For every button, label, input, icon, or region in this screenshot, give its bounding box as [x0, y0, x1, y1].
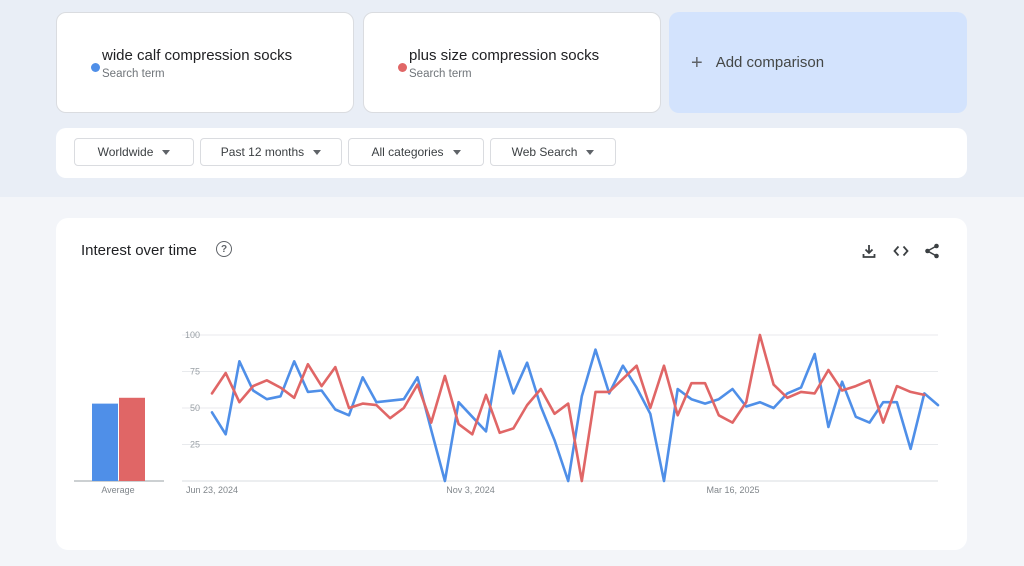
caret-down-icon	[313, 149, 322, 155]
interest-over-time-card: Interest over time ? 25 50 75 100 Jun 23, 20…	[56, 218, 967, 550]
search-type-dropdown[interactable]: Web Search	[490, 138, 616, 166]
region-dropdown-label: Worldwide	[97, 145, 154, 159]
x-tick-label: Jun 23, 2024	[186, 485, 238, 495]
search-term-label: wide calf compression socks	[102, 47, 293, 64]
search-term-type: Search term	[409, 68, 472, 80]
category-dropdown[interactable]: All categories	[348, 138, 484, 166]
y-tick-label: 25	[190, 440, 200, 450]
add-comparison-label: Add comparison	[715, 54, 825, 71]
term-card-2[interactable]: plus size compression socks Search term	[363, 12, 661, 113]
caret-down-icon	[452, 149, 461, 155]
search-term-type: Search term	[102, 68, 165, 80]
search-type-dropdown-label: Web Search	[511, 145, 578, 159]
average-label: Average	[101, 485, 134, 495]
term-card-1[interactable]: wide calf compression socks Search term	[56, 12, 354, 113]
y-tick-label: 100	[185, 330, 200, 340]
time-range-dropdown-label: Past 12 months	[220, 145, 305, 159]
add-comparison-button[interactable]: + Add comparison	[669, 12, 967, 113]
x-tick-label: Mar 16, 2025	[707, 485, 760, 495]
plus-icon: +	[691, 51, 703, 74]
caret-down-icon	[586, 149, 595, 155]
time-range-dropdown[interactable]: Past 12 months	[200, 138, 342, 166]
average-bar	[119, 397, 145, 481]
region-dropdown[interactable]: Worldwide	[74, 138, 194, 166]
series-color-dot	[91, 63, 100, 72]
category-dropdown-label: All categories	[371, 145, 444, 159]
filter-bar: Worldwide Past 12 months All categories …	[56, 128, 967, 178]
x-tick-label: Nov 3, 2024	[446, 485, 495, 495]
search-term-label: plus size compression socks	[409, 47, 600, 64]
series-color-dot	[398, 63, 407, 72]
y-tick-label: 50	[190, 403, 200, 413]
average-bar	[92, 403, 118, 481]
caret-down-icon	[162, 149, 171, 155]
y-tick-label: 75	[190, 367, 200, 377]
interest-chart: 25 50 75 100 Jun 23, 2024 Nov 3, 2024 Mar 16, …	[74, 330, 940, 495]
